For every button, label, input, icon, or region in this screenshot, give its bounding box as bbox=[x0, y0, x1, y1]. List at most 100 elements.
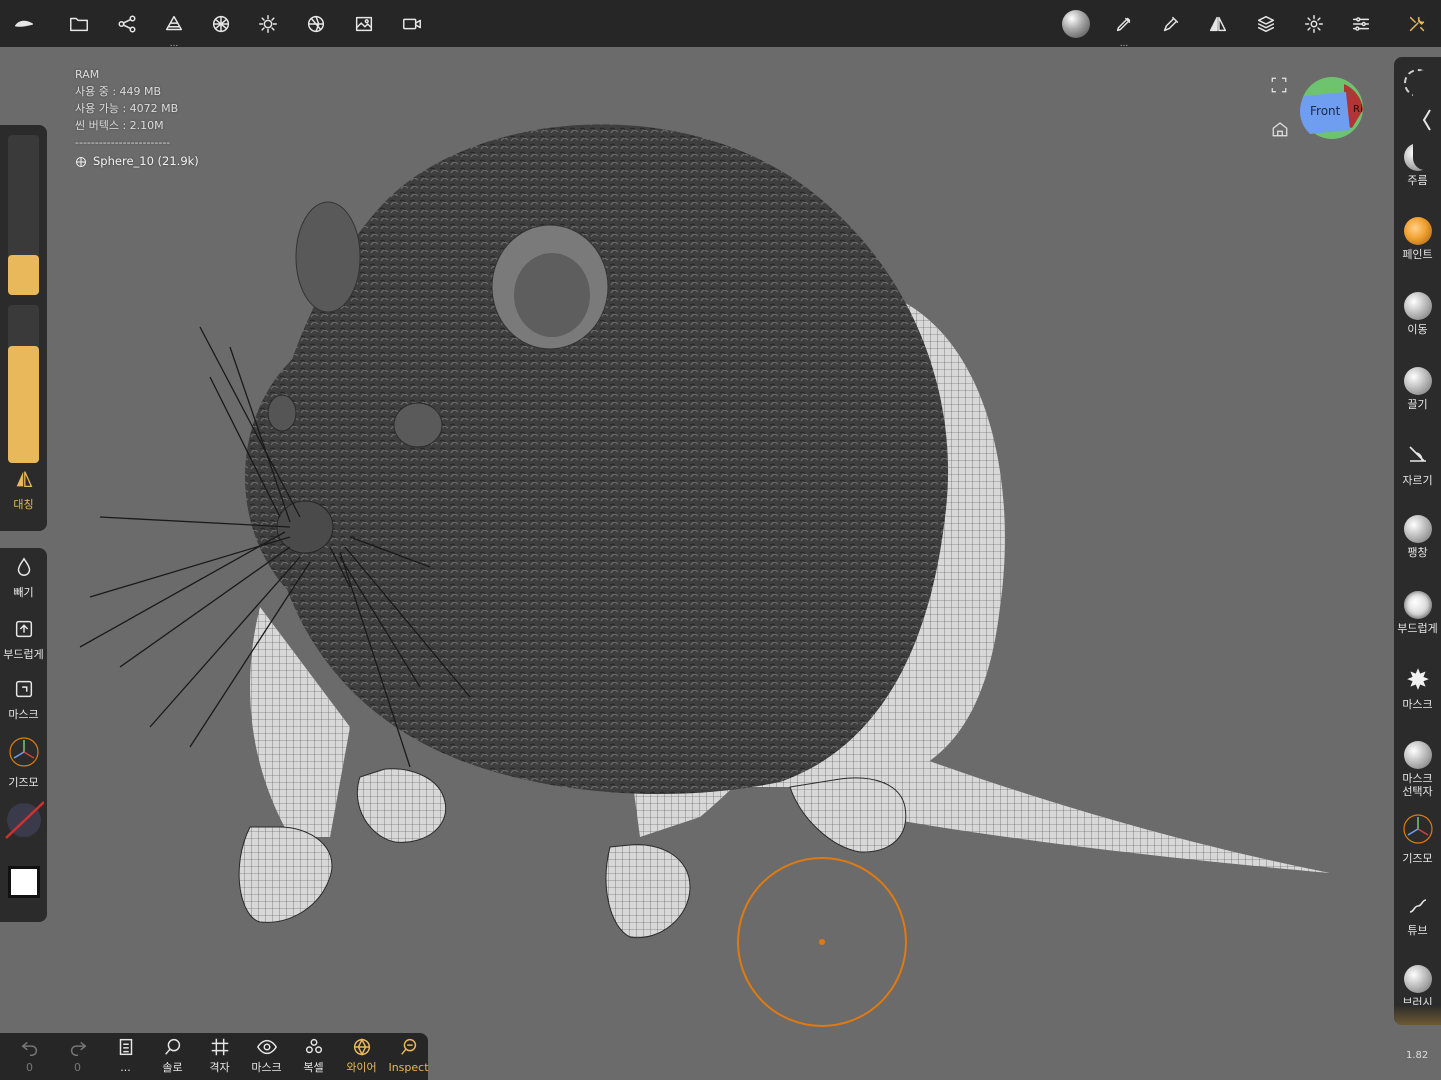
3d-viewport[interactable] bbox=[0, 47, 1441, 1080]
mask-button[interactable]: 마스크 bbox=[0, 678, 47, 722]
tool-smooth[interactable]: 부드럽게 bbox=[1394, 591, 1441, 635]
tool-brush[interactable]: 브러시 bbox=[1394, 965, 1441, 1009]
share-icon[interactable] bbox=[110, 7, 144, 41]
tools-wrench-icon[interactable] bbox=[1400, 7, 1434, 41]
layers-icon[interactable] bbox=[1249, 7, 1283, 41]
tool-tube-label: 튜브 bbox=[1407, 924, 1428, 937]
mask-label: 마스크 bbox=[8, 708, 39, 721]
drag-ball-icon bbox=[1403, 367, 1432, 395]
tool-mask[interactable]: 마스크 bbox=[1394, 665, 1441, 711]
gizmo-button[interactable]: 기즈모 bbox=[0, 736, 47, 790]
symmetry-button[interactable]: 대칭 bbox=[0, 470, 47, 522]
right-tool-panel: 선 주름 페인트 이동 끌기 자르기 팽창 부드럽게 마스크 마스크 선택자 기… bbox=[1394, 57, 1441, 1025]
tool-trim[interactable]: 자르기 bbox=[1394, 443, 1441, 487]
object-mesh-icon bbox=[76, 156, 86, 167]
tool-mask-label: 마스크 bbox=[1402, 698, 1433, 711]
view-cube-front: Front bbox=[1310, 104, 1341, 118]
mask-visibility-button[interactable]: 마스크 bbox=[243, 1036, 290, 1074]
tool-inflate-label: 팽창 bbox=[1407, 546, 1428, 559]
tool-paint[interactable]: 페인트 bbox=[1394, 217, 1441, 261]
topology-icon[interactable] bbox=[204, 7, 238, 41]
version-label: 1.82 bbox=[1406, 1050, 1429, 1061]
subtract-label: 빼기 bbox=[13, 586, 34, 599]
view-cube[interactable]: Front Ri bbox=[1300, 76, 1364, 140]
search-icon bbox=[164, 1038, 180, 1055]
brush-settings-panel: 대칭 bbox=[0, 125, 47, 531]
settings-gear-icon[interactable] bbox=[1297, 7, 1331, 41]
grid-label: 격자 bbox=[209, 1061, 230, 1074]
menu-button[interactable]: ... bbox=[102, 1036, 149, 1074]
top-toolbar: ... ... bbox=[0, 0, 1441, 49]
tool-drag[interactable]: 끌기 bbox=[1394, 367, 1441, 411]
mask-splat-icon bbox=[1406, 668, 1429, 690]
no-color-swatch-icon bbox=[4, 801, 45, 839]
object-row[interactable]: Sphere_10 (21.9k) bbox=[75, 153, 199, 170]
chevron-left-icon bbox=[1422, 109, 1431, 131]
inspect-label: Inspect bbox=[388, 1061, 429, 1074]
smooth-label: 부드럽게 bbox=[3, 648, 44, 661]
left-tool-panel: 빼기 부드럽게 마스크 기즈모 bbox=[0, 548, 47, 922]
color-picker-button[interactable] bbox=[0, 800, 47, 844]
app-logo-icon[interactable] bbox=[7, 7, 41, 41]
video-camera-icon[interactable] bbox=[395, 7, 429, 41]
scene-tree-icon[interactable]: ... bbox=[157, 7, 191, 49]
material-swatch-button[interactable] bbox=[0, 866, 47, 898]
document-icon bbox=[119, 1038, 132, 1056]
gizmo-label: 기즈모 bbox=[8, 776, 39, 789]
tool-drag-label: 끌기 bbox=[1407, 398, 1428, 411]
symmetry-label: 대칭 bbox=[13, 498, 34, 511]
redo-button[interactable]: 0 bbox=[54, 1036, 101, 1074]
tool-gizmo[interactable]: 기즈모 bbox=[1394, 813, 1441, 865]
light-icon[interactable] bbox=[251, 7, 285, 41]
tool-crease-label: 주름 bbox=[1407, 174, 1428, 187]
home-view-icon[interactable] bbox=[1271, 120, 1289, 142]
gizmo-icon bbox=[1402, 814, 1433, 844]
folder-icon[interactable] bbox=[62, 7, 96, 41]
tool-tube[interactable]: 튜브 bbox=[1394, 893, 1441, 937]
eyedropper-icon[interactable] bbox=[1154, 7, 1188, 41]
undo-button[interactable]: 0 bbox=[6, 1036, 53, 1074]
paint-ball-icon bbox=[1403, 217, 1432, 245]
fullscreen-icon[interactable] bbox=[1270, 76, 1288, 98]
ram-label: RAM bbox=[75, 68, 100, 81]
tube-icon bbox=[1409, 899, 1426, 913]
inspect-icon bbox=[400, 1038, 416, 1055]
solo-button[interactable]: 솔로 bbox=[149, 1036, 196, 1074]
mask-selector-ball-icon bbox=[1403, 741, 1432, 769]
wireframe-button[interactable]: 와이어 bbox=[338, 1036, 385, 1074]
matcap-sphere-icon[interactable] bbox=[1059, 7, 1093, 41]
smooth-ball-icon bbox=[1403, 591, 1432, 619]
image-icon[interactable] bbox=[347, 7, 381, 41]
view-cube-right: Ri bbox=[1353, 104, 1363, 115]
inspect-button[interactable]: Inspect bbox=[385, 1036, 432, 1074]
brush-pen-icon[interactable]: ... bbox=[1107, 7, 1141, 49]
bottom-toolbar: 0 0 ... 솔로 격자 마스크 복셀 와이어 Inspect bbox=[0, 1033, 429, 1080]
solo-label: 솔로 bbox=[162, 1061, 183, 1074]
sliders-icon[interactable] bbox=[1344, 7, 1378, 41]
voxel-button[interactable]: 복셀 bbox=[290, 1036, 337, 1074]
voxel-icon bbox=[305, 1038, 322, 1054]
radius-slider[interactable] bbox=[8, 135, 39, 295]
panel-collapse-button[interactable] bbox=[1413, 70, 1441, 170]
undo-icon bbox=[20, 1041, 37, 1056]
tool-move[interactable]: 이동 bbox=[1394, 292, 1441, 336]
symmetry-icon bbox=[16, 471, 32, 488]
ram-available: 사용 가능 : 4072 MB bbox=[75, 102, 179, 115]
intensity-slider[interactable] bbox=[8, 305, 39, 463]
tool-gizmo-label: 기즈모 bbox=[1402, 852, 1433, 865]
smooth-button[interactable]: 부드럽게 bbox=[0, 618, 47, 662]
tool-move-label: 이동 bbox=[1407, 323, 1428, 336]
trim-icon bbox=[1408, 446, 1426, 462]
undo-count: 0 bbox=[26, 1061, 33, 1074]
symmetry-icon[interactable] bbox=[1201, 7, 1235, 41]
right-panel-accent bbox=[1394, 1005, 1441, 1025]
tool-mask-selector[interactable]: 마스크 선택자 bbox=[1394, 741, 1441, 798]
rat-model bbox=[79, 124, 1330, 939]
subtract-button[interactable]: 빼기 bbox=[0, 556, 47, 600]
intensity-slider-fill bbox=[8, 346, 39, 463]
material-icon[interactable] bbox=[299, 7, 333, 41]
eye-icon bbox=[256, 1039, 277, 1055]
tool-inflate[interactable]: 팽창 bbox=[1394, 515, 1441, 559]
radius-slider-fill bbox=[8, 255, 39, 295]
grid-button[interactable]: 격자 bbox=[196, 1036, 243, 1074]
